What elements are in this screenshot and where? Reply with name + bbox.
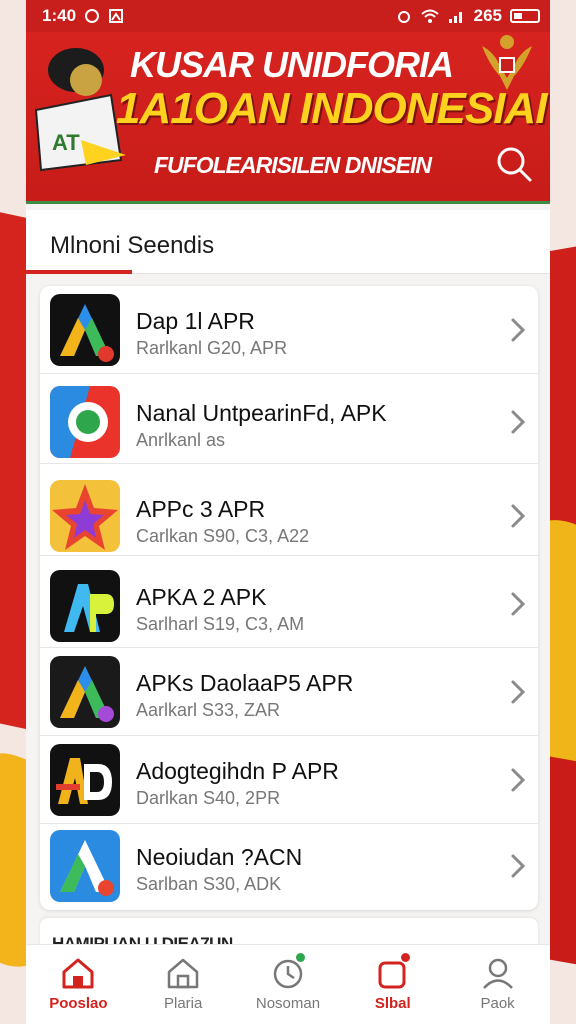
list-item[interactable]: APKA 2 APK Sarlharl S19, C3, AM [40, 560, 538, 648]
chevron-right-icon [511, 768, 526, 792]
notification-icon [85, 9, 100, 23]
nav-label: Pooslao [49, 995, 108, 1012]
app-star-icon [50, 480, 120, 552]
user-icon [482, 958, 513, 989]
nav-label: Nosoman [255, 995, 321, 1012]
status-time: 1:40 [42, 6, 77, 25]
app-meta: Sarlharl S19, C3, AM [136, 614, 305, 634]
bottom-navigation: Pooslao Plaria Nosoman Slbal Paok [26, 944, 550, 1024]
phone-screen: 1:40 265 AT KUSAR UNIDFORIA 1A1OAN INDON… [26, 0, 550, 1024]
app-name: Dap 1l APR [136, 308, 255, 334]
gallery-icon [109, 9, 124, 23]
chevron-right-icon [511, 592, 526, 616]
nav-item-profile[interactable]: Paok [446, 945, 550, 1024]
list-item[interactable]: APPc 3 APR Carlkan S90, C3, A22 [40, 468, 538, 556]
app-meta: Aarlkarl S33, ZAR [136, 700, 281, 720]
nav-label: Paok [480, 995, 515, 1012]
section-title[interactable]: Mlnoni Seendis [50, 232, 214, 260]
chevron-right-icon [511, 504, 526, 528]
battery-level: 265 [473, 6, 502, 25]
app-pd-icon [50, 744, 120, 816]
header-title-line1: KUSAR UNIDFORIA [130, 44, 454, 85]
section-tab-bar: Mlnoni Seendis [26, 210, 550, 274]
app-meta: Anrlkanl as [136, 430, 226, 450]
notification-dot [295, 953, 305, 962]
list-item[interactable]: Dap 1l APR Rarlkanl G20, APR [40, 286, 538, 374]
app-meta: Darlkan S40, 2PR [136, 788, 281, 808]
app-a-icon [50, 830, 120, 902]
app-list: Dap 1l APR Rarlkanl G20, APR Nanal Untpe… [40, 286, 538, 910]
app-header: AT KUSAR UNIDFORIA 1A1OAN INDONESIAI FUF… [26, 32, 550, 204]
active-tab-indicator [26, 270, 132, 274]
app-a-icon [50, 294, 120, 366]
app-chrome-icon [50, 386, 120, 458]
chevron-right-icon [511, 410, 526, 434]
list-item[interactable]: Adogtegihdn P APR Darlkan S40, 2PR [40, 736, 538, 824]
garuda-icon [482, 35, 532, 90]
emblem-icon: AT [34, 48, 126, 172]
app-meta: Rarlkanl G20, APR [136, 338, 288, 358]
search-icon[interactable] [494, 144, 534, 184]
app-name: Adogtegihdn P APR [136, 758, 339, 784]
header-subtitle: FUFOLEARISILEN DNISEIN [154, 152, 432, 178]
chevron-right-icon [511, 680, 526, 704]
alarm-icon [397, 11, 410, 23]
emblem-label: AT [52, 130, 80, 155]
app-name: Neoiudan ?ACN [136, 844, 303, 870]
nav-item-plaria[interactable]: Plaria [131, 945, 235, 1024]
app-ap-icon [50, 570, 120, 642]
house-outline-icon [167, 958, 199, 989]
list-item[interactable]: APKs DaolaaP5 APR Aarlkarl S33, ZAR [40, 648, 538, 736]
nav-item-slbal[interactable]: Slbal [341, 945, 445, 1024]
app-name: APKs DaolaaP5 APR [136, 670, 354, 696]
status-bar: 1:40 265 [26, 0, 550, 32]
app-name: APPc 3 APR [136, 496, 266, 522]
home-icon [62, 958, 94, 989]
nav-label: Slbal [374, 995, 411, 1012]
chevron-right-icon [511, 318, 526, 342]
nav-item-nosoman[interactable]: Nosoman [236, 945, 340, 1024]
list-item[interactable]: Nanal UntpearinFd, APK Anrlkanl as [40, 376, 538, 464]
notification-dot [400, 953, 410, 962]
app-name: APKA 2 APK [136, 584, 267, 610]
nav-item-home[interactable]: Pooslao [26, 945, 130, 1024]
signal-icon [448, 12, 462, 23]
list-item[interactable]: Neoiudan ?ACN Sarlban S30, ADK [40, 824, 538, 910]
chevron-right-icon [511, 854, 526, 878]
app-meta: Carlkan S90, C3, A22 [136, 526, 310, 546]
nav-label: Plaria [164, 995, 203, 1012]
app-name: Nanal UntpearinFd, APK [136, 400, 387, 426]
wifi-icon [420, 9, 439, 23]
battery-icon [510, 9, 540, 23]
app-meta: Sarlban S30, ADK [136, 874, 282, 894]
app-a-icon [50, 656, 120, 728]
